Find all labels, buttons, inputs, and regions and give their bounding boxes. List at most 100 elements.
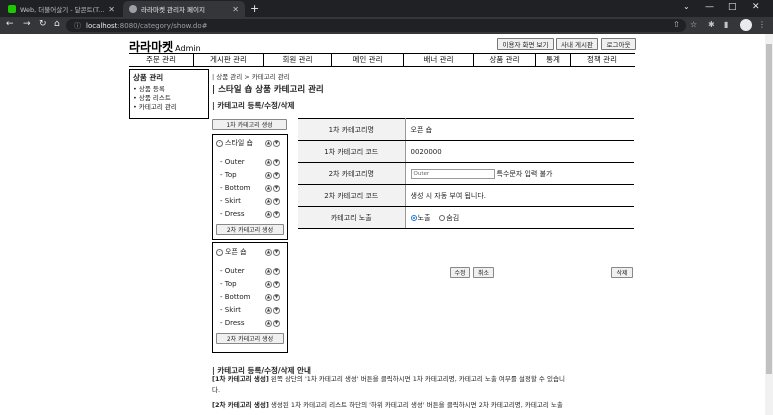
view-user-site-button[interactable]: 이용자 화면 보기 [497, 38, 554, 50]
second-category-name-input[interactable]: Outer [410, 168, 495, 179]
order-controls: ▲ ▼ [264, 294, 280, 301]
maximize-icon[interactable]: □ [728, 2, 737, 12]
add-second-category-button[interactable]: 2차 카테고리 생성 [216, 333, 284, 344]
category-child[interactable]: - Bottom [220, 184, 250, 192]
side-menu-item-product-register[interactable]: • 상품 등록 [133, 85, 205, 94]
nav-board[interactable]: 게시판 관리 [193, 54, 263, 66]
browser-tab[interactable]: Web, 더불어살기 - 달콘트(Talam ✕ [2, 1, 121, 17]
scrollbar[interactable] [765, 34, 773, 415]
move-down-icon[interactable]: ▼ [273, 140, 280, 147]
move-up-icon[interactable]: ▲ [265, 172, 272, 179]
move-up-icon[interactable]: ▲ [265, 185, 272, 192]
move-down-icon[interactable]: ▼ [273, 268, 280, 275]
guide-label: [2차 카테고리 생성] [212, 401, 269, 409]
category-child[interactable]: - Skirt [220, 197, 241, 205]
category-child[interactable]: - Top [220, 280, 237, 288]
move-up-icon[interactable]: ▲ [265, 249, 272, 256]
tab-title: Web, 더불어살기 - 달콘트(Talam [20, 6, 106, 14]
category-child[interactable]: - Outer [220, 158, 245, 166]
move-up-icon[interactable]: ▲ [265, 294, 272, 301]
scrollbar-thumb[interactable] [766, 44, 772, 374]
share-icon[interactable]: ⇧ [673, 20, 680, 29]
move-down-icon[interactable]: ▼ [273, 281, 280, 288]
delete-button[interactable]: 삭제 [611, 267, 633, 278]
reload-icon[interactable]: ↻ [39, 19, 47, 29]
form-label: 2차 카테고리명 [298, 162, 406, 185]
move-down-icon[interactable]: ▼ [273, 198, 280, 205]
logout-button[interactable]: 로그아웃 [601, 38, 636, 50]
url-input[interactable]: ⓘ localhost:8080/category/show.do# [66, 19, 686, 32]
info-icon[interactable]: ⓘ [74, 21, 81, 31]
order-controls: ▲ ▼ [264, 140, 280, 147]
bookmark-star-icon[interactable]: ☆ [690, 20, 697, 29]
category-child[interactable]: - Top [220, 171, 237, 179]
order-controls: ▲ ▼ [264, 211, 280, 218]
guide-label: [1차 카테고리 생성] [212, 375, 269, 383]
category-child[interactable]: - Dress [220, 319, 244, 327]
nav-members[interactable]: 회원 관리 [263, 54, 331, 66]
category-child[interactable]: - Outer [220, 267, 245, 275]
category-group-header[interactable]: - 오픈 숍 [216, 247, 247, 257]
minimize-icon[interactable]: — [705, 2, 714, 12]
nav-banner[interactable]: 배너 관리 [403, 54, 473, 66]
nav-main[interactable]: 메인 관리 [331, 54, 403, 66]
browser-tab-active[interactable]: 라라마켓 관리자 페이지 ✕ [123, 1, 245, 17]
more-menu-icon[interactable]: ⋮ [758, 20, 766, 29]
side-panel-icon[interactable]: ▮ [724, 20, 728, 29]
nav-orders[interactable]: 주문 관리 [129, 54, 193, 66]
radio-show-label[interactable]: 노출 [418, 214, 431, 222]
collapse-icon[interactable]: - [216, 248, 223, 256]
move-up-icon[interactable]: ▲ [265, 198, 272, 205]
internal-board-button[interactable]: 사내 게시판 [556, 38, 598, 50]
category-group-header[interactable]: - 스타일 숍 [216, 138, 253, 148]
guide-line: [2차 카테고리 생성] 생성된 1차 카테고리 리스트 하단의 '하위 카테고… [212, 401, 636, 410]
edit-button[interactable]: 수정 [450, 267, 470, 278]
profile-avatar[interactable] [740, 19, 752, 31]
move-down-icon[interactable]: ▼ [273, 320, 280, 327]
window-close-icon[interactable]: ✕ [752, 2, 760, 12]
radio-hide[interactable] [439, 214, 446, 221]
move-down-icon[interactable]: ▼ [273, 185, 280, 192]
extensions-icon[interactable]: ✱ [708, 20, 715, 29]
cancel-button[interactable]: 취소 [473, 267, 494, 278]
add-first-category-button[interactable]: 1차 카테고리 생성 [212, 119, 287, 130]
move-down-icon[interactable]: ▼ [273, 307, 280, 314]
order-controls: ▲ ▼ [264, 249, 280, 256]
move-up-icon[interactable]: ▲ [265, 307, 272, 314]
move-down-icon[interactable]: ▼ [273, 294, 280, 301]
move-up-icon[interactable]: ▲ [265, 268, 272, 275]
home-icon[interactable]: ⌂ [54, 19, 60, 29]
category-child[interactable]: - Bottom [220, 293, 250, 301]
radio-show[interactable] [410, 214, 417, 221]
nav-products[interactable]: 상품 관리 [473, 54, 535, 66]
category-child[interactable]: - Skirt [220, 306, 241, 314]
move-down-icon[interactable]: ▼ [273, 211, 280, 218]
guide-text: 생성된 1차 카테고리 리스트 하단의 '하위 카테고리 생성' 버튼을 클릭하… [268, 401, 563, 409]
nav-stats[interactable]: 통계 [535, 54, 570, 66]
order-controls: ▲ ▼ [264, 281, 280, 288]
move-down-icon[interactable]: ▼ [273, 159, 280, 166]
nav-policy[interactable]: 정책 관리 [570, 54, 633, 66]
radio-hide-label[interactable]: 숨김 [446, 214, 459, 222]
add-second-category-button[interactable]: 2차 카테고리 생성 [216, 224, 284, 235]
move-down-icon[interactable]: ▼ [273, 172, 280, 179]
move-up-icon[interactable]: ▲ [265, 211, 272, 218]
side-menu-item-category[interactable]: • 카테고리 관리 [133, 103, 205, 112]
collapse-icon[interactable]: - [216, 139, 223, 147]
move-up-icon[interactable]: ▲ [265, 140, 272, 147]
chevron-down-icon[interactable]: ⌄ [683, 2, 690, 11]
move-up-icon[interactable]: ▲ [265, 320, 272, 327]
move-up-icon[interactable]: ▲ [265, 281, 272, 288]
new-tab-icon[interactable]: + [250, 2, 259, 15]
section-title: | 카테고리 등록/수정/삭제 [212, 101, 295, 110]
forward-icon[interactable]: → [23, 19, 31, 29]
close-icon[interactable]: ✕ [108, 5, 115, 14]
form-label: 1차 카테고리명 [298, 118, 406, 141]
close-icon[interactable]: ✕ [232, 5, 239, 14]
category-child[interactable]: - Dress [220, 210, 244, 218]
side-menu-item-product-list[interactable]: • 상품 리스트 [133, 94, 205, 103]
back-icon[interactable]: ← [6, 19, 14, 29]
move-down-icon[interactable]: ▼ [273, 249, 280, 256]
second-category-code-value: 생성 시 자동 부여 됩니다. [405, 184, 634, 207]
move-up-icon[interactable]: ▲ [265, 159, 272, 166]
